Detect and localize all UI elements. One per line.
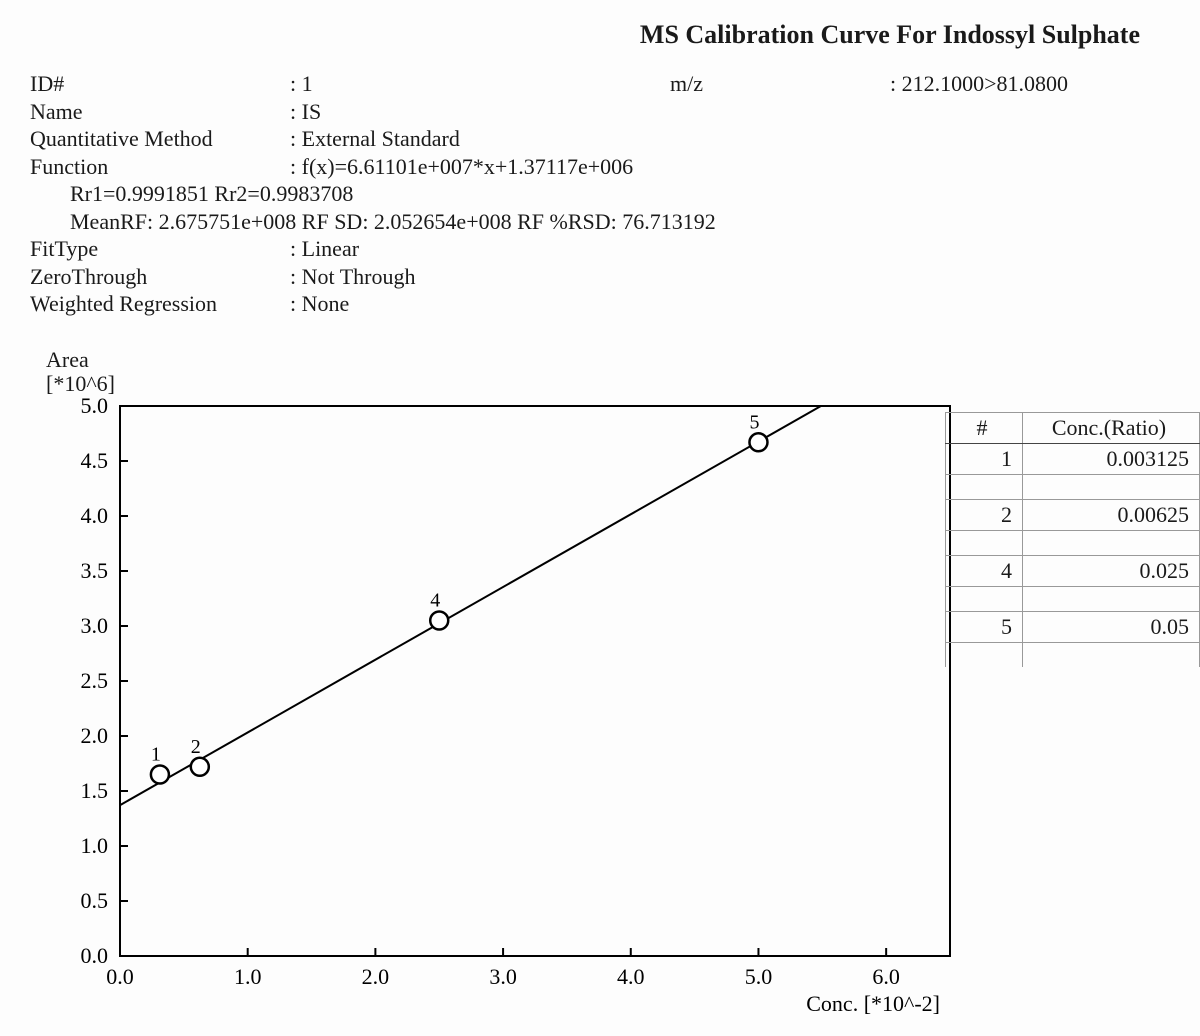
svg-text:3.0: 3.0 [81, 613, 109, 638]
svg-text:2.0: 2.0 [362, 964, 390, 989]
id-label: ID# [30, 70, 290, 98]
zero-label: ZeroThrough [30, 263, 290, 291]
svg-text:5: 5 [749, 411, 759, 433]
fit-value: Linear [302, 236, 359, 261]
svg-text:4.0: 4.0 [617, 964, 645, 989]
svg-text:1.0: 1.0 [234, 964, 262, 989]
svg-text:1: 1 [151, 743, 161, 765]
svg-text:3.0: 3.0 [489, 964, 516, 989]
table-row: 10.003125 [946, 444, 1200, 475]
function-value: f(x)=6.61101e+007*x+1.37117e+006 [302, 154, 634, 179]
svg-text:2: 2 [191, 736, 201, 758]
wreg-label: Weighted Regression [30, 290, 290, 318]
conc-table: # Conc.(Ratio) 10.003125 20.00625 40.025 50… [945, 412, 1200, 667]
svg-text:5.0: 5.0 [81, 396, 109, 418]
table-row: 50.05 [946, 612, 1200, 643]
svg-text:1.5: 1.5 [81, 778, 109, 803]
mz-value: 212.1000>81.0800 [902, 71, 1068, 96]
table-row: 40.025 [946, 556, 1200, 587]
svg-text:Conc. [*10^-2]: Conc. [*10^-2] [806, 991, 940, 1016]
svg-text:4: 4 [430, 589, 440, 611]
svg-text:0.5: 0.5 [81, 888, 109, 913]
table-header-num: # [946, 413, 1023, 444]
svg-text:0.0: 0.0 [81, 943, 109, 968]
mz-label: m/z [670, 70, 890, 98]
svg-text:1.0: 1.0 [81, 833, 109, 858]
name-label: Name [30, 98, 290, 126]
svg-text:4.0: 4.0 [81, 503, 109, 528]
svg-text:2.5: 2.5 [81, 668, 109, 693]
table-header-conc: Conc.(Ratio) [1023, 413, 1200, 444]
qmethod-label: Quantitative Method [30, 125, 290, 153]
svg-text:0.0: 0.0 [106, 964, 134, 989]
fit-label: FitType [30, 235, 290, 263]
rf-line: MeanRF: 2.675751e+008 RF SD: 2.052654e+0… [70, 208, 1200, 236]
svg-text:3.5: 3.5 [81, 558, 109, 583]
rr-line: Rr1=0.9991851 Rr2=0.9983708 [70, 180, 1200, 208]
qmethod-value: External Standard [302, 126, 460, 151]
zero-value: Not Through [302, 264, 416, 289]
table-row: 20.00625 [946, 500, 1200, 531]
function-label: Function [30, 153, 290, 181]
svg-text:5.0: 5.0 [745, 964, 773, 989]
svg-text:4.5: 4.5 [81, 448, 109, 473]
calibration-chart: 0.0 0.5 1.0 1.5 2.0 2.5 3.0 3.5 4.0 4.5 5.0 0.0 1.0 2… [30, 396, 970, 1016]
page-title: MS Calibration Curve For Indossyl Sulpha… [640, 20, 1140, 50]
id-value: 1 [302, 71, 313, 96]
svg-text:2.0: 2.0 [81, 723, 109, 748]
metadata-block: ID# : 1 m/z : 212.1000>81.0800 Name : IS… [30, 70, 1200, 318]
wreg-value: None [302, 291, 350, 316]
name-value: IS [302, 99, 322, 124]
y-axis-title: Area [*10^6] [46, 348, 1200, 396]
svg-text:6.0: 6.0 [872, 964, 900, 989]
